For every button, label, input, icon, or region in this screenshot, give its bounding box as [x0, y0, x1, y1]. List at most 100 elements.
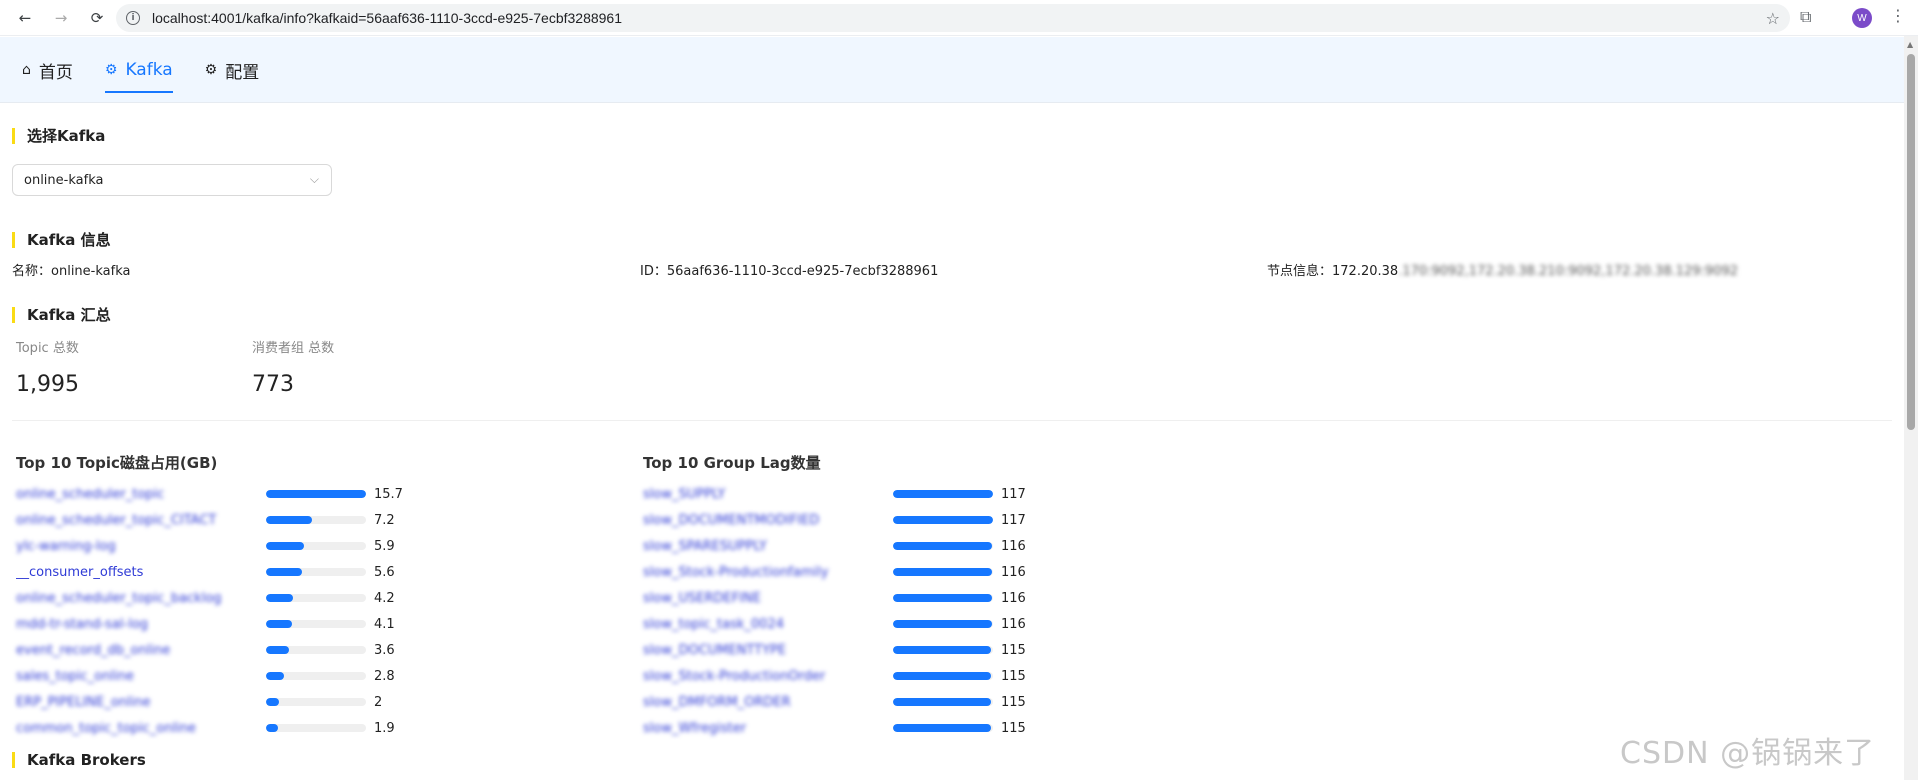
progress-bar	[893, 646, 993, 654]
list-item-link[interactable]: __consumer_offsets	[16, 565, 266, 580]
progress-bar-fill	[266, 620, 293, 628]
list-item: slow_Stock-Productionfamily 116	[643, 562, 1026, 582]
scroll-up-icon[interactable]: ▲	[1907, 40, 1913, 49]
list-item-link[interactable]: slow_topic_task_0024	[643, 617, 893, 632]
progress-bar	[266, 516, 366, 524]
progress-bar	[893, 620, 993, 628]
page-scrollbar[interactable]: ▲	[1904, 36, 1918, 780]
list-item: slow_DOCUMENTTYPE 115	[643, 640, 1026, 660]
list-item-value: 2	[374, 694, 383, 710]
list-item-link[interactable]: slow_SPARESUPPLY	[643, 539, 893, 554]
list-item-link[interactable]: slow_Stock-ProductionOrder	[643, 669, 893, 684]
list-item: slow_SPARESUPPLY 116	[643, 536, 1026, 556]
kafka-id-field: ID：56aaf636-1110-3ccd-e925-7ecbf3288961	[640, 260, 938, 279]
extensions-icon[interactable]: ⧉	[1800, 7, 1811, 27]
bookmark-star-icon[interactable]: ☆	[1766, 9, 1780, 28]
progress-bar	[893, 698, 993, 706]
progress-bar-fill	[266, 490, 366, 498]
list-item-link[interactable]: event_record_db_online	[16, 643, 266, 658]
progress-bar	[266, 698, 366, 706]
section-title-info: Kafka 信息	[12, 232, 111, 248]
progress-bar-fill	[893, 724, 992, 732]
list-item-link[interactable]: online_scheduler_topic	[16, 487, 266, 502]
list-item-value: 117	[1001, 486, 1026, 502]
list-item-link[interactable]: slow_DOCUMENTMODIFIED	[643, 513, 893, 528]
forward-arrow-icon[interactable]: →	[50, 7, 72, 29]
reload-icon[interactable]: ⟳	[86, 7, 108, 29]
list-item-value: 116	[1001, 590, 1026, 606]
progress-bar	[266, 724, 366, 732]
section-title-summary: Kafka 汇总	[12, 307, 111, 323]
list-item: slow_USERDEFINE 116	[643, 588, 1026, 608]
nav-label: 首页	[38, 62, 73, 83]
list-item-link[interactable]: ERP_PIPELINE_online	[16, 695, 266, 710]
kafka-name-label: 名称：	[12, 264, 52, 279]
list-item-link[interactable]: online_scheduler_topic_CITACT	[16, 513, 266, 528]
browser-menu-icon[interactable]: ⋮	[1890, 6, 1906, 25]
group-count-value: 773	[252, 372, 294, 397]
list-item-link[interactable]: slow_DOCUMENTTYPE	[643, 643, 893, 658]
list-item-link[interactable]: online_scheduler_topic_backlog	[16, 591, 266, 606]
progress-bar-fill	[266, 568, 302, 576]
list-item-value: 115	[1001, 642, 1026, 658]
top-nav: ⌂ 首页 ⚙ Kafka ⚙ 配置	[22, 37, 291, 103]
list-item-link[interactable]: slow_USERDEFINE	[643, 591, 893, 606]
progress-bar	[266, 672, 366, 680]
progress-bar	[893, 516, 993, 524]
chevron-down-icon: ⌵	[309, 172, 319, 186]
topic-count-stat: Topic 总数 1,995	[16, 337, 79, 397]
list-item-value: 2.8	[374, 668, 395, 684]
list-item: slow_DOCUMENTMODIFIED 117	[643, 510, 1026, 530]
list-item-value: 4.2	[374, 590, 395, 606]
progress-bar-fill	[893, 568, 993, 576]
progress-bar-fill	[893, 594, 993, 602]
address-bar[interactable]: i localhost:4001/kafka/info?kafkaid=56aa…	[116, 4, 1790, 32]
list-item: slow_Stock-ProductionOrder 115	[643, 666, 1026, 686]
progress-bar	[893, 490, 993, 498]
list-item-value: 5.9	[374, 538, 395, 554]
list-item-value: 1.9	[374, 720, 395, 736]
list-item-value: 115	[1001, 694, 1026, 710]
list-item-value: 3.6	[374, 642, 395, 658]
list-item-link[interactable]: slow_DMFORM_ORDER	[643, 695, 893, 710]
nav-item-kafka[interactable]: ⚙ Kafka	[104, 37, 173, 103]
list-item: common_topic_topic_online 1.9	[16, 718, 395, 738]
progress-bar	[893, 724, 993, 732]
nav-item-config[interactable]: ⚙ 配置	[205, 37, 260, 103]
app-header: ⌂ 首页 ⚙ Kafka ⚙ 配置	[0, 37, 1904, 103]
kafka-select-value: online-kafka	[24, 172, 104, 188]
group-lag-title: Top 10 Group Lag数量	[643, 454, 821, 472]
profile-avatar[interactable]: W	[1852, 8, 1872, 28]
list-item-value: 7.2	[374, 512, 395, 528]
list-item-link[interactable]: slow_Stock-Productionfamily	[643, 565, 893, 580]
progress-bar-fill	[893, 516, 993, 524]
progress-bar	[893, 672, 993, 680]
url-text[interactable]: localhost:4001/kafka/info?kafkaid=56aaf6…	[152, 10, 622, 26]
progress-bar-fill	[893, 490, 993, 498]
list-item-link[interactable]: sales_topic_online	[16, 669, 266, 684]
back-arrow-icon[interactable]: ←	[14, 7, 36, 29]
progress-bar	[893, 568, 993, 576]
kafka-select[interactable]: online-kafka ⌵	[12, 164, 332, 196]
list-item-value: 5.6	[374, 564, 395, 580]
list-item-link[interactable]: ylc-warning-log	[16, 539, 266, 554]
nav-item-home[interactable]: ⌂ 首页	[22, 37, 73, 103]
progress-bar-fill	[266, 724, 279, 732]
kafka-nodes-value: 172.20.38	[1332, 264, 1399, 279]
list-item-link[interactable]: slow_Wfregister	[643, 721, 893, 736]
progress-bar	[266, 490, 366, 498]
scrollbar-thumb[interactable]	[1907, 54, 1915, 430]
kafka-name-field: 名称：online-kafka	[12, 260, 130, 279]
list-item-value: 4.1	[374, 616, 395, 632]
list-item-value: 117	[1001, 512, 1026, 528]
progress-bar	[266, 568, 366, 576]
list-item-value: 116	[1001, 616, 1026, 632]
list-item-link[interactable]: common_topic_topic_online	[16, 721, 266, 736]
group-count-label: 消费者组 总数	[252, 341, 335, 356]
list-item-link[interactable]: slow_SUPPLY	[643, 487, 893, 502]
topic-count-value: 1,995	[16, 372, 79, 397]
list-item-link[interactable]: mdd-tr-stand-sal-log	[16, 617, 266, 632]
list-item-value: 116	[1001, 538, 1026, 554]
site-info-icon[interactable]: i	[126, 11, 140, 25]
progress-bar	[893, 542, 993, 550]
